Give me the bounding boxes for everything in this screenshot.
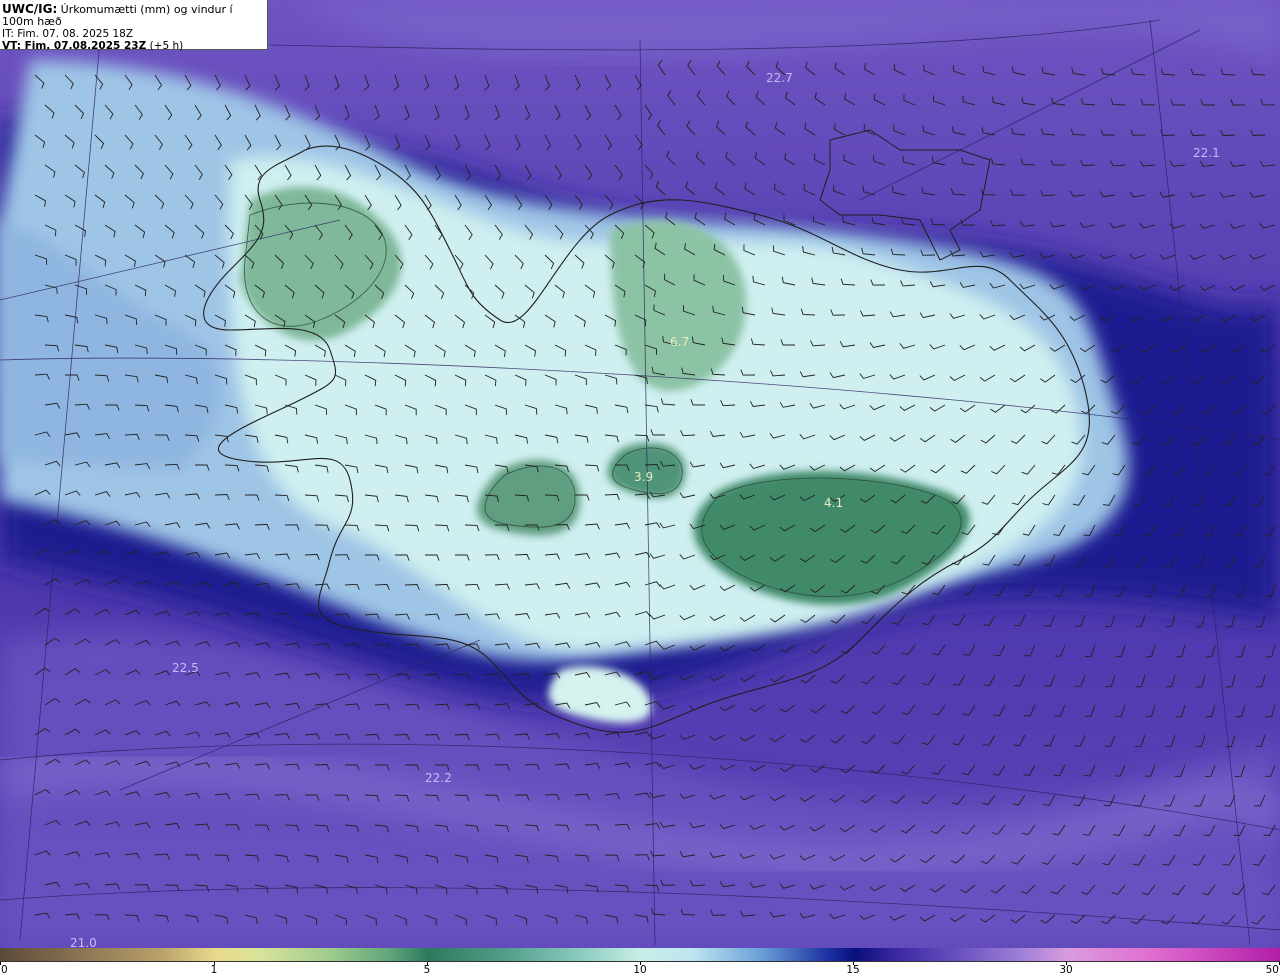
precipitation-map[interactable]: 22.7 22.1 6.7 3.9 4.1 22.5 22.2 21.0 <box>0 0 1280 948</box>
map-value-label: 22.1 <box>1193 146 1220 160</box>
issue-time: IT: Fim. 07. 08. 2025 18Z <box>2 28 134 40</box>
colorbar-tick-label: 15 <box>846 964 860 976</box>
colorbar-strip <box>0 948 1280 962</box>
valid-time: VT: Fim. 07.08.2025 23Z <box>2 40 147 52</box>
colorbar-tick-label: 50 <box>1265 964 1279 976</box>
product-code: UWC/IG: <box>2 2 58 16</box>
map-value-label: 6.7 <box>670 335 690 349</box>
colorbar-tick-label: 0 <box>1 964 8 976</box>
map-value-label: 22.5 <box>172 661 199 675</box>
colorbar-tick-label: 10 <box>633 964 647 976</box>
map-value-label: 22.7 <box>766 71 793 85</box>
colorbar: 0 1 5 10 15 30 50 <box>0 948 1280 978</box>
map-value-label: 3.9 <box>634 470 654 484</box>
colorbar-tick-label: 5 <box>423 964 431 976</box>
colorbar-tick-label: 1 <box>210 964 218 976</box>
colorbar-tick-label: 30 <box>1059 964 1073 976</box>
valid-offset: (+5 h) <box>149 40 184 52</box>
map-value-label: 4.1 <box>824 496 844 510</box>
map-header: UWC/IG: Úrkomumætti (mm) og vindur í 100… <box>0 0 268 52</box>
map-value-label: 22.2 <box>425 771 452 785</box>
map-value-label: 21.0 <box>70 936 97 948</box>
